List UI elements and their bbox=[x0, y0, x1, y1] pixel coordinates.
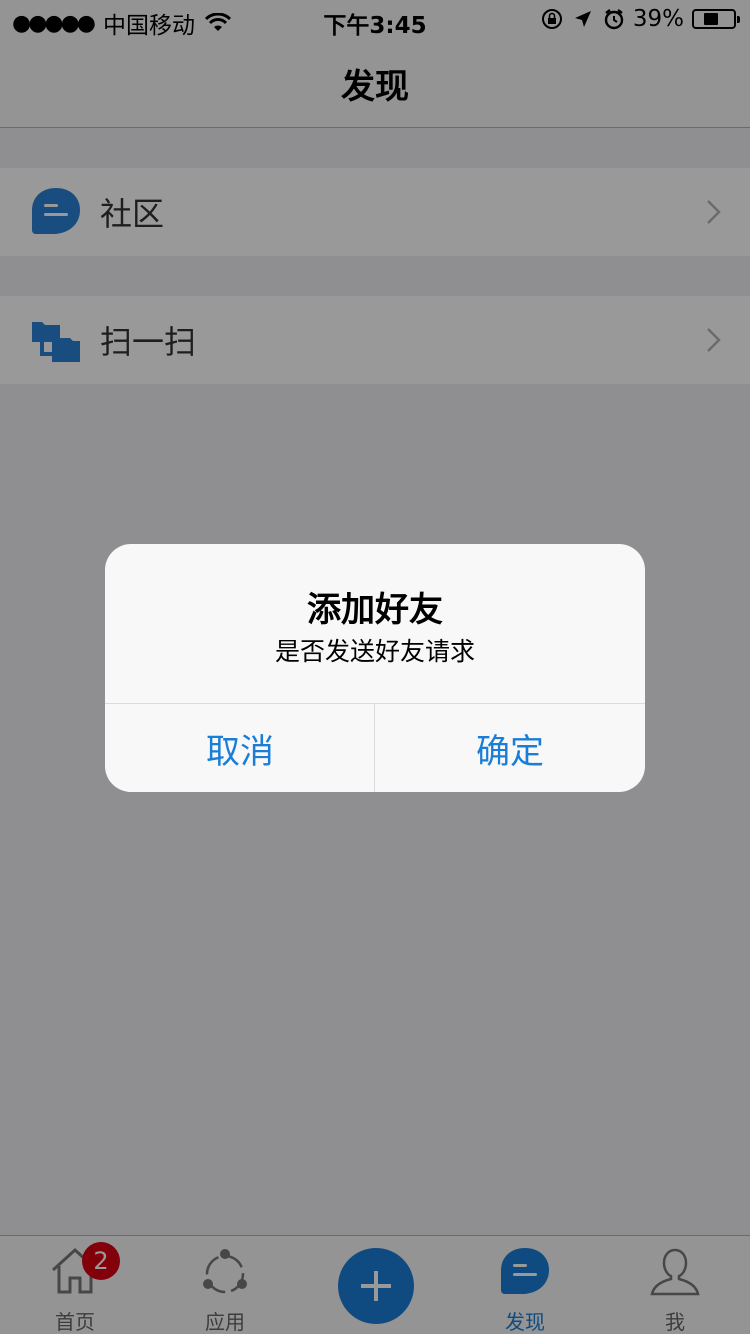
alert-message: 是否发送好友请求 bbox=[274, 637, 475, 666]
add-friend-alert: 添加好友 是否发送好友请求 取消 确定 bbox=[105, 544, 645, 792]
confirm-button[interactable]: 确定 bbox=[375, 704, 645, 792]
alert-title: 添加好友 bbox=[307, 590, 443, 630]
cancel-button[interactable]: 取消 bbox=[105, 704, 375, 792]
